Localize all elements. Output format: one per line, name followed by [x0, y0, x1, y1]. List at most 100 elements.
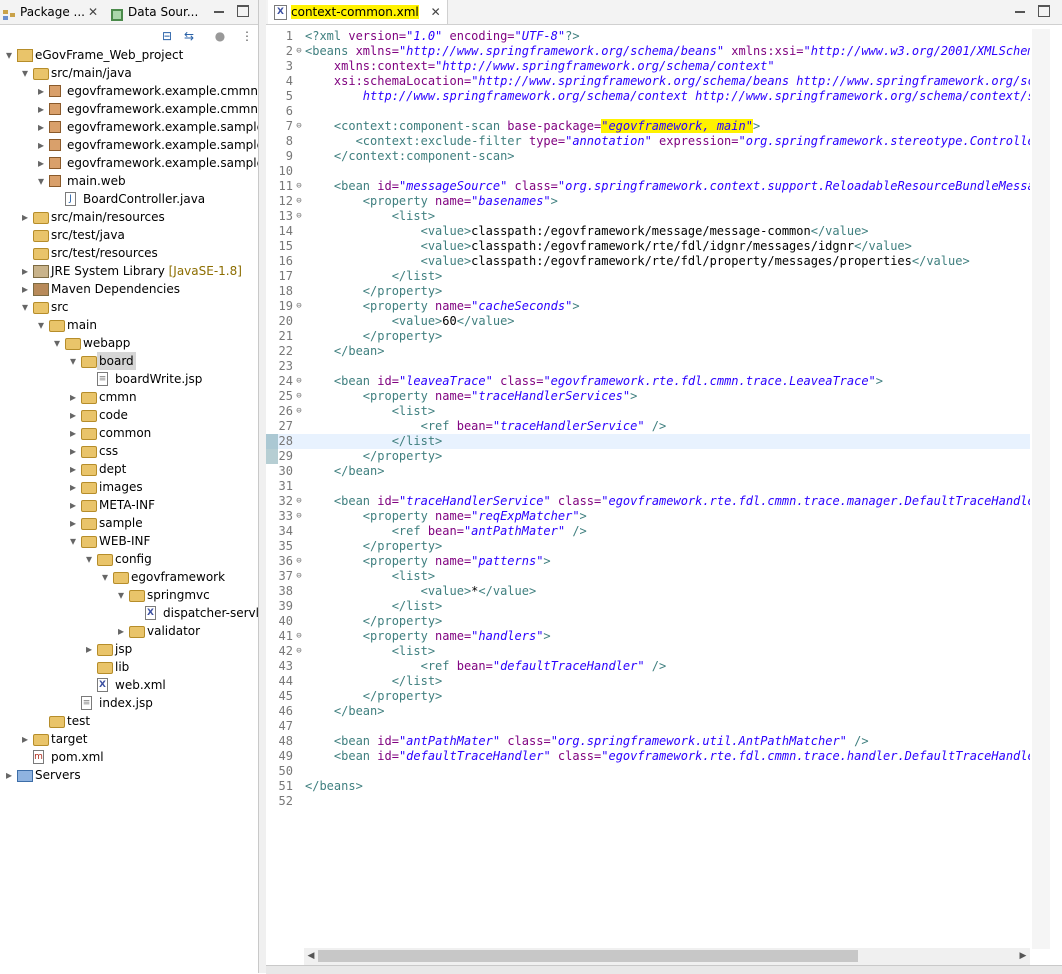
tree-item[interactable]: ▾ main.web	[0, 172, 258, 190]
tree-item[interactable]: ▸ src/main/resources	[0, 208, 258, 226]
collapsed-chevron-icon[interactable]: ▸	[20, 262, 30, 280]
fold-icon[interactable]: ⊖	[294, 179, 304, 194]
close-icon[interactable]: ✕	[88, 0, 98, 24]
tree-item[interactable]: ▸ egovframework.example.sample.ser	[0, 118, 258, 136]
code-line[interactable]: 21 </property>	[266, 329, 1030, 344]
tab-package-explorer[interactable]: Package ... ✕	[2, 0, 102, 24]
view-menu-icon[interactable]: ⋮	[239, 28, 255, 44]
collapsed-chevron-icon[interactable]: ▸	[36, 136, 46, 154]
maximize-icon[interactable]	[1038, 5, 1050, 17]
code-line[interactable]: 12 ⊖ <property name="basenames">	[266, 194, 1030, 209]
tree-item[interactable]: ≡ index.jsp	[0, 694, 258, 712]
tree-item[interactable]: src/test/resources	[0, 244, 258, 262]
tree-item[interactable]: ▸ dept	[0, 460, 258, 478]
code-line[interactable]: 33 ⊖ <property name="reqExpMatcher">	[266, 509, 1030, 524]
expanded-chevron-icon[interactable]: ▾	[68, 352, 78, 370]
code-line[interactable]: 20 <value>60</value>	[266, 314, 1030, 329]
expanded-chevron-icon[interactable]: ▾	[68, 532, 78, 550]
tree-item[interactable]: ▸ validator	[0, 622, 258, 640]
code-line[interactable]: 49 <bean id="defaultTraceHandler" class=…	[266, 749, 1030, 764]
code-line[interactable]: 9 </context:component-scan>	[266, 149, 1030, 164]
collapsed-chevron-icon[interactable]: ▸	[68, 442, 78, 460]
tree-item[interactable]: ▸ code	[0, 406, 258, 424]
code-line[interactable]: 8 <context:exclude-filter type="annotati…	[266, 134, 1030, 149]
code-line[interactable]: 46 </bean>	[266, 704, 1030, 719]
vertical-scrollbar[interactable]	[1032, 29, 1050, 949]
tree-item[interactable]: ▸ sample	[0, 514, 258, 532]
code-line[interactable]: 47	[266, 719, 1030, 734]
code-line[interactable]: 18 </property>	[266, 284, 1030, 299]
tree-item[interactable]: ▸ egovframework.example.sample.we	[0, 154, 258, 172]
code-line[interactable]: 22 </bean>	[266, 344, 1030, 359]
code-line[interactable]: 6	[266, 104, 1030, 119]
code-line[interactable]: 19 ⊖ <property name="cacheSeconds">	[266, 299, 1030, 314]
tree-item[interactable]: ▸ egovframework.example.cmmn.we	[0, 100, 258, 118]
expanded-chevron-icon[interactable]: ▾	[100, 568, 110, 586]
tree-item[interactable]: ▸ Servers	[0, 766, 258, 784]
code-line[interactable]: 15 <value>classpath:/egovframework/rte/f…	[266, 239, 1030, 254]
fold-icon[interactable]: ⊖	[294, 494, 304, 509]
code-line[interactable]: 31	[266, 479, 1030, 494]
collapsed-chevron-icon[interactable]: ▸	[36, 118, 46, 136]
code-line[interactable]: 40 </property>	[266, 614, 1030, 629]
collapsed-chevron-icon[interactable]: ▸	[68, 496, 78, 514]
code-line[interactable]: 14 <value>classpath:/egovframework/messa…	[266, 224, 1030, 239]
fold-icon[interactable]: ⊖	[294, 389, 304, 404]
tab-context-common-xml[interactable]: Xcontext-common.xml ✕	[268, 0, 448, 24]
code-line[interactable]: 11 ⊖ <bean id="messageSource" class="org.…	[266, 179, 1030, 194]
code-line[interactable]: 43 <ref bean="defaultTraceHandler" />	[266, 659, 1030, 674]
scroll-thumb[interactable]	[318, 950, 858, 962]
expanded-chevron-icon[interactable]: ▾	[4, 46, 14, 64]
code-line[interactable]: 5 http://www.springframework.org/schema/…	[266, 89, 1030, 104]
code-line[interactable]: 42 ⊖ <list>	[266, 644, 1030, 659]
collapsed-chevron-icon[interactable]: ▸	[36, 100, 46, 118]
tree-item[interactable]: ▸ common	[0, 424, 258, 442]
code-line[interactable]: 25 ⊖ <property name="traceHandlerServices…	[266, 389, 1030, 404]
code-line[interactable]: 29 </property>	[266, 449, 1030, 464]
tree-item[interactable]: ▾ src/main/java	[0, 64, 258, 82]
collapsed-chevron-icon[interactable]: ▸	[68, 424, 78, 442]
code-line[interactable]: 28 </list>	[266, 434, 1030, 449]
fold-icon[interactable]: ⊖	[294, 569, 304, 584]
code-line[interactable]: 1 <?xml version="1.0" encoding="UTF-8"?>	[266, 29, 1030, 44]
tree-item[interactable]: ▾ board	[0, 352, 258, 370]
code-area[interactable]: 1 <?xml version="1.0" encoding="UTF-8"?> 2…	[266, 29, 1030, 949]
code-line[interactable]: 10	[266, 164, 1030, 179]
code-line[interactable]: 17 </list>	[266, 269, 1030, 284]
tree-item[interactable]: ▸ META-INF	[0, 496, 258, 514]
fold-icon[interactable]: ⊖	[294, 299, 304, 314]
tree-item[interactable]: Xweb.xml	[0, 676, 258, 694]
collapsed-chevron-icon[interactable]: ▸	[36, 154, 46, 172]
tab-data-source[interactable]: Data Sour...	[110, 0, 202, 24]
collapsed-chevron-icon[interactable]: ▸	[20, 730, 30, 748]
tree-item[interactable]: src/test/java	[0, 226, 258, 244]
collapsed-chevron-icon[interactable]: ▸	[68, 460, 78, 478]
tree-item[interactable]: ▸ Maven Dependencies	[0, 280, 258, 298]
code-line[interactable]: 34 <ref bean="antPathMater" />	[266, 524, 1030, 539]
tree-item[interactable]: ▾ springmvc	[0, 586, 258, 604]
code-line[interactable]: 52	[266, 794, 1030, 809]
fold-icon[interactable]: ⊖	[294, 404, 304, 419]
code-line[interactable]: 23	[266, 359, 1030, 374]
code-line[interactable]: 50	[266, 764, 1030, 779]
tree-item[interactable]: ▸ egovframework.example.sample.ser	[0, 136, 258, 154]
code-line[interactable]: 26 ⊖ <list>	[266, 404, 1030, 419]
tree-item[interactable]: lib	[0, 658, 258, 676]
fold-icon[interactable]: ⊖	[294, 509, 304, 524]
tree-item[interactable]: ≡ boardWrite.jsp	[0, 370, 258, 388]
fold-icon[interactable]: ⊖	[294, 119, 304, 134]
minimize-icon[interactable]	[1015, 11, 1025, 13]
fold-icon[interactable]: ⊖	[294, 629, 304, 644]
tree-item[interactable]: ▸ cmmn	[0, 388, 258, 406]
scroll-left-icon[interactable]: ◀	[304, 948, 318, 965]
collapsed-chevron-icon[interactable]: ▸	[36, 82, 46, 100]
tree-item[interactable]: ▾ eGovFrame_Web_project	[0, 46, 258, 64]
fold-icon[interactable]: ⊖	[294, 644, 304, 659]
code-line[interactable]: 16 <value>classpath:/egovframework/rte/f…	[266, 254, 1030, 269]
expanded-chevron-icon[interactable]: ▾	[36, 172, 46, 190]
tree-item[interactable]: ▸ JRE System Library [JavaSE-1.8]	[0, 262, 258, 280]
code-line[interactable]: 48 <bean id="antPathMater" class="org.sp…	[266, 734, 1030, 749]
collapsed-chevron-icon[interactable]: ▸	[68, 514, 78, 532]
code-line[interactable]: 24 ⊖ <bean id="leaveaTrace" class="egovfr…	[266, 374, 1030, 389]
collapsed-chevron-icon[interactable]: ▸	[68, 388, 78, 406]
